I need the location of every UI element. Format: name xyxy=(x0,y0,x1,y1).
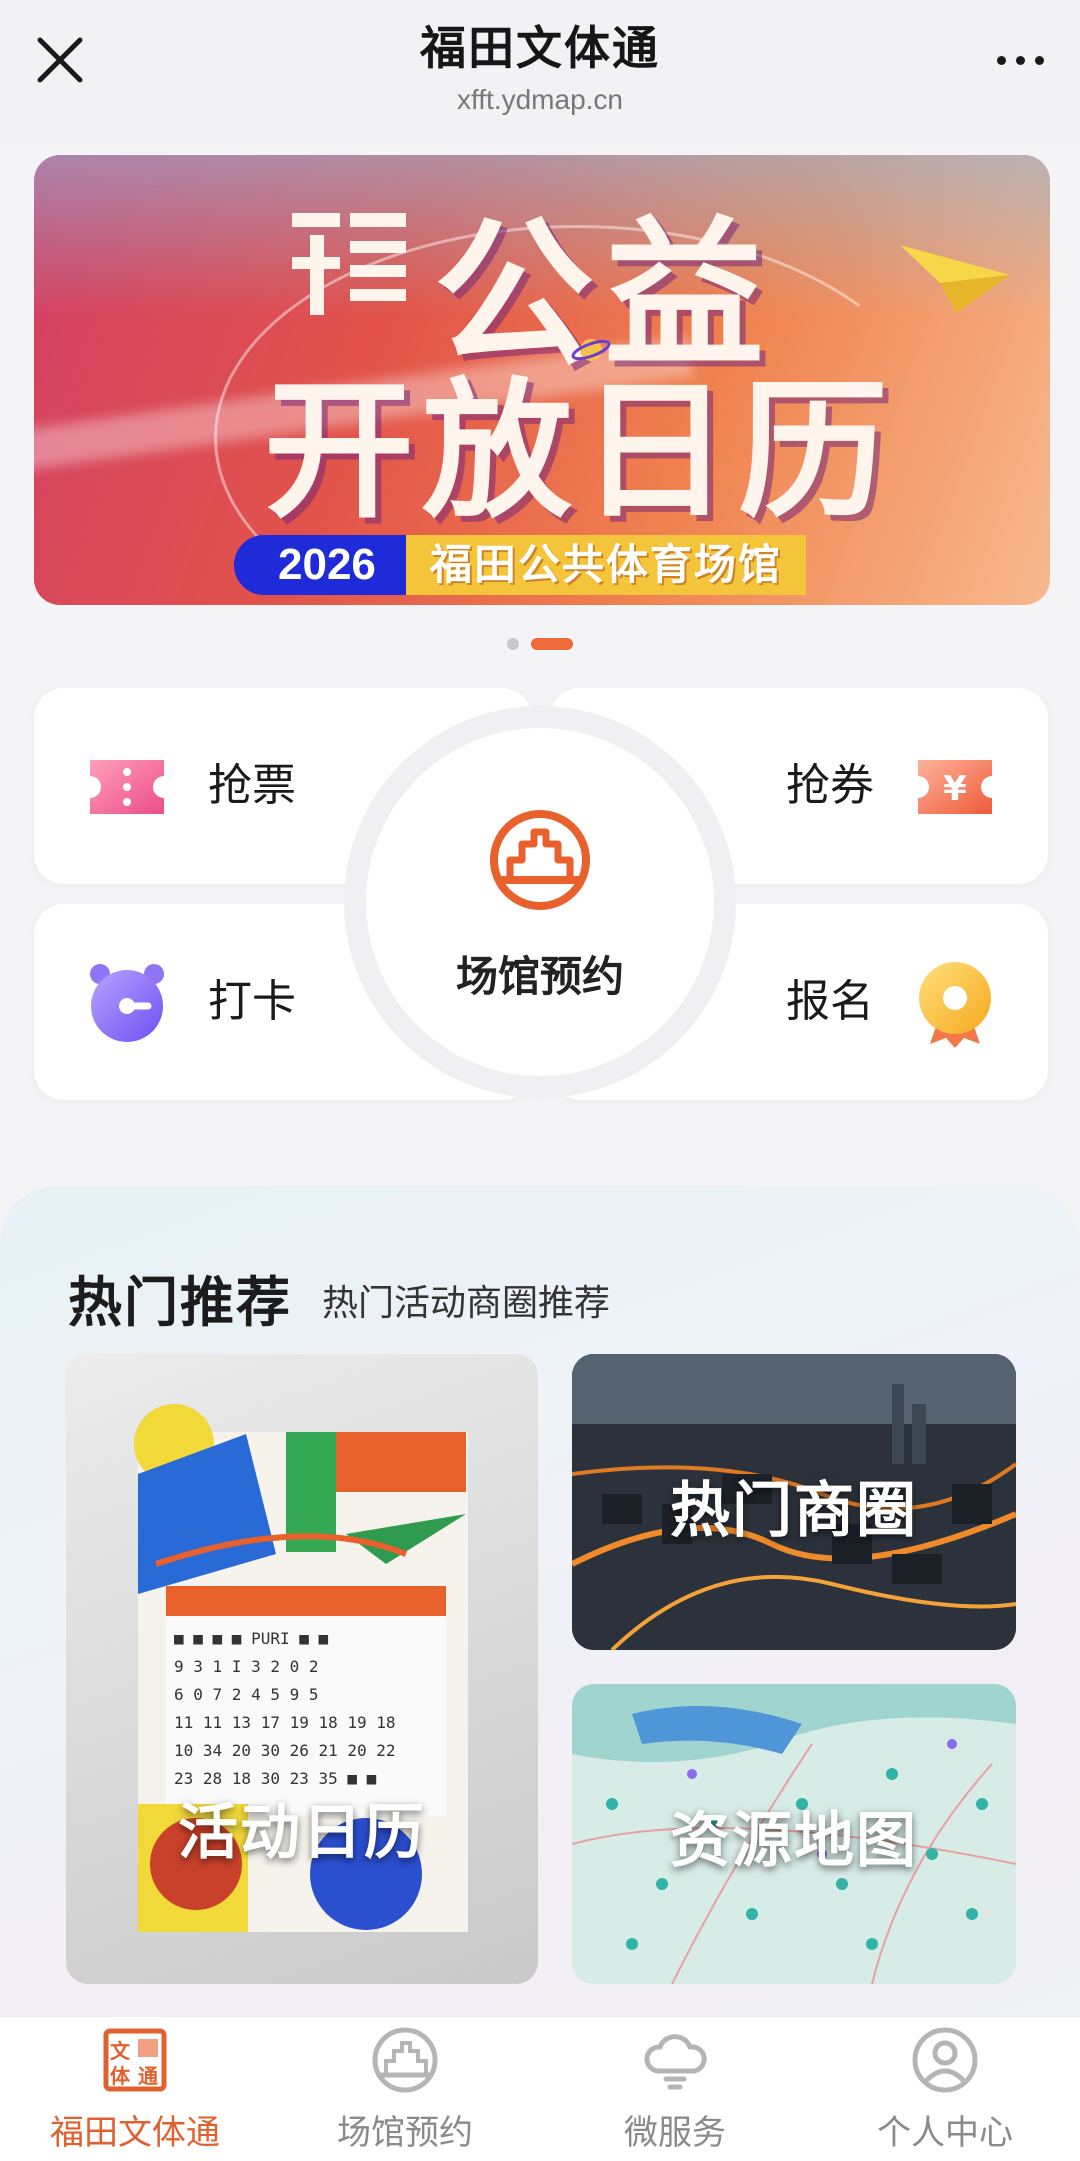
tab-profile[interactable]: 个人中心 xyxy=(810,2017,1080,2161)
coupon-icon: ¥ xyxy=(918,760,992,814)
stadium-icon xyxy=(490,810,590,910)
carousel-dot-active[interactable] xyxy=(531,638,573,650)
signup-label: 报名 xyxy=(786,977,874,1026)
banner-carousel[interactable]: 公益 开放日历 2026 福田公共体育场馆 xyxy=(34,155,1050,605)
svg-text:¥: ¥ xyxy=(943,769,967,809)
venue-booking-label: 场馆预约 xyxy=(455,953,624,1000)
page-url: xfft.ydmap.cn xyxy=(456,84,623,115)
svg-text:文: 文 xyxy=(110,2039,131,2063)
svg-text:体: 体 xyxy=(110,2064,131,2088)
checkin-label: 打卡 xyxy=(208,977,296,1026)
tab-micro-services[interactable]: 微服务 xyxy=(540,2017,810,2161)
ticket-icon xyxy=(90,760,164,814)
tab-label: 场馆预约 xyxy=(337,2114,473,2152)
planet-icon xyxy=(571,339,611,361)
svg-text:通: 通 xyxy=(138,2064,158,2088)
more-dots-icon[interactable] xyxy=(990,46,1050,74)
cloud-icon xyxy=(644,2034,707,2090)
hot-recommend-section: 热门推荐 热门活动商圈推荐 ■ ■ ■ ■ PURI ■ ■ 9 3 1 I 3… xyxy=(0,1186,1080,2046)
svg-text:11 11 13 17 19 18 19 18: 11 11 13 17 19 18 19 18 xyxy=(174,1713,396,1732)
home-logo-icon: 文 体 通 xyxy=(103,2028,167,2092)
svg-text:■ ■ ■ ■ PURI ■ ■: ■ ■ ■ ■ PURI ■ ■ xyxy=(174,1629,328,1648)
alarm-clock-icon xyxy=(90,964,164,1042)
business-district-tile[interactable]: 热门商圈 xyxy=(572,1354,1016,1650)
calendar-poster-illustration: ■ ■ ■ ■ PURI ■ ■ 9 3 1 I 3 2 0 2 6 0 7 2… xyxy=(134,1404,468,1932)
svg-text:10 34 20 30 26 21 20 22: 10 34 20 30 26 21 20 22 xyxy=(174,1741,396,1760)
tab-venue-booking[interactable]: 场馆预约 xyxy=(270,2017,540,2161)
bottom-tab-bar: 文 体 通 福田文体通 场馆预约 微服务 个人中心 xyxy=(0,2016,1080,2161)
resource-map-tile[interactable]: 资源地图 xyxy=(572,1684,1016,1984)
coupons-label: 抢券 xyxy=(786,761,874,810)
carousel-dot[interactable] xyxy=(507,638,519,650)
tickets-label: 抢票 xyxy=(208,761,296,810)
title-block: 福田文体通 xfft.ydmap.cn xyxy=(0,12,1080,116)
venue-booking-button[interactable]: 场馆预约 xyxy=(366,728,714,1076)
tile-label: 活动日历 xyxy=(178,1799,426,1866)
section-title: 热门推荐 xyxy=(68,1273,292,1333)
paper-plane-icon xyxy=(900,245,1010,313)
tile-label: 资源地图 xyxy=(670,1807,918,1874)
svg-text:6 0 7 2 4 5 9 5: 6 0 7 2 4 5 9 5 xyxy=(174,1685,319,1704)
banner-logo-icon xyxy=(292,213,406,315)
banner-footer-bar: 2026 福田公共体育场馆 xyxy=(234,533,806,597)
banner-venue: 福田公共体育场馆 xyxy=(405,535,806,595)
tab-label: 福田文体通 xyxy=(50,2114,220,2152)
user-icon xyxy=(912,2027,978,2093)
tab-label: 个人中心 xyxy=(877,2114,1013,2152)
stadium-icon xyxy=(372,2027,438,2093)
tab-home[interactable]: 文 体 通 福田文体通 xyxy=(0,2017,270,2161)
section-subtitle: 热门活动商圈推荐 xyxy=(322,1282,611,1323)
banner-year: 2026 xyxy=(234,535,406,595)
carousel-indicator xyxy=(0,638,1080,650)
medal-icon xyxy=(919,962,991,1048)
svg-text:9 3 1 I 3 2 0 2: 9 3 1 I 3 2 0 2 xyxy=(174,1657,319,1676)
page-title: 福田文体通 xyxy=(420,22,660,74)
tab-label: 微服务 xyxy=(624,2114,726,2152)
activity-calendar-tile[interactable]: ■ ■ ■ ■ PURI ■ ■ 9 3 1 I 3 2 0 2 6 0 7 2… xyxy=(66,1354,538,1984)
top-bar: 福田文体通 xfft.ydmap.cn xyxy=(0,0,1080,140)
tile-label: 热门商圈 xyxy=(670,1477,918,1544)
